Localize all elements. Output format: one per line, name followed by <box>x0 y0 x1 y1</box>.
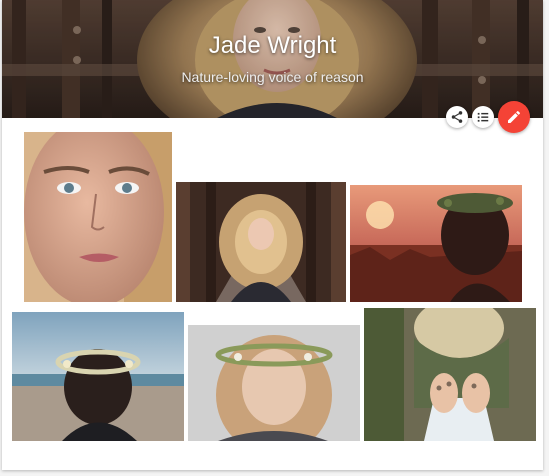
share-icon <box>451 111 463 123</box>
photo-image <box>176 182 346 302</box>
gallery-photo-sunset[interactable] <box>350 185 522 302</box>
header-banner: Jade Wright Nature-loving voice of reaso… <box>2 0 543 118</box>
list-icon <box>477 112 489 122</box>
photo-image <box>188 325 360 441</box>
gallery-photo-hands[interactable] <box>364 308 536 441</box>
profile-card: Jade Wright Nature-loving voice of reaso… <box>2 0 543 470</box>
gallery-photo-hood[interactable] <box>176 182 346 302</box>
photo-image <box>350 185 522 302</box>
profile-tagline: Nature-loving voice of reason <box>181 69 364 85</box>
gallery-photo-beach[interactable] <box>12 312 184 441</box>
photo-image <box>24 132 172 302</box>
gallery-photo-portrait[interactable] <box>24 132 172 302</box>
photo-image <box>12 312 184 441</box>
gallery-photo-looking-down[interactable] <box>188 325 360 441</box>
profile-name: Jade Wright <box>208 32 337 59</box>
list-button[interactable] <box>472 106 494 128</box>
share-button[interactable] <box>446 106 468 128</box>
photo-image <box>364 308 536 441</box>
edit-icon <box>508 110 520 123</box>
edit-button[interactable] <box>498 101 530 133</box>
